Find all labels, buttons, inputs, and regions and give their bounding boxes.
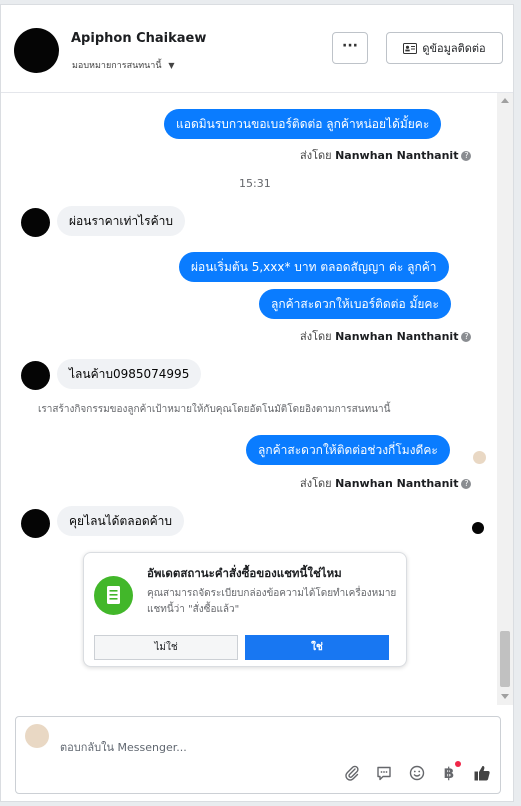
view-contact-button[interactable]: ดูข้อมูลติดต่อ [386, 32, 503, 64]
more-icon: ··· [342, 38, 358, 54]
status-dot [472, 522, 484, 534]
scroll-down-icon[interactable] [501, 694, 509, 699]
sender-name: Nanwhan Nanthanit [335, 477, 459, 490]
incoming-message: ผ่อนราคาเท่าไรค้าบ [57, 206, 186, 236]
contact-card-icon [403, 42, 418, 54]
customer-name[interactable]: Apiphon Chaikaew [71, 31, 206, 46]
outgoing-message: ลูกค้าสะดวกให้ติดต่อช่วงกี่โมงดีคะ [246, 435, 450, 465]
conversation-header: Apiphon Chaikaew มอบหมายการสนทนานี้ ▼ ··… [1, 5, 513, 93]
sender-name: Nanwhan Nanthanit [335, 149, 459, 162]
saved-reply-icon[interactable] [374, 763, 394, 783]
card-title: อัพเดตสถานะคำสั่งซื้อของแชทนี้ใช่ไหม [147, 566, 342, 580]
outgoing-message: แอดมินรบกวนขอเบอร์ติดต่อ ลูกค้าหน่อยได้ม… [164, 109, 442, 139]
conversation-panel: Apiphon Chaikaew มอบหมายการสนทนานี้ ▼ ··… [0, 4, 514, 802]
reply-input[interactable]: ตอบกลับใน Messenger... [60, 738, 187, 756]
attachment-icon[interactable] [342, 763, 362, 783]
user-avatar [25, 724, 49, 748]
view-contact-label: ดูข้อมูลติดต่อ [422, 42, 486, 55]
scroll-thumb[interactable] [500, 631, 510, 687]
assign-conversation-dropdown[interactable]: มอบหมายการสนทนานี้ ▼ [72, 58, 175, 72]
outgoing-message: ลูกค้าสะดวกให้เบอร์ติดต่อ มั้ยคะ [259, 289, 451, 319]
order-status-card: อัพเดตสถานะคำสั่งซื้อของแชทนี้ใช่ไหม คุณ… [83, 552, 407, 667]
card-description: คุณสามารถจัดระเบียบกล่องข้อความได้โดยทำเ… [147, 588, 397, 615]
reply-composer[interactable]: ตอบกลับใน Messenger... ฿ [15, 716, 501, 794]
help-icon[interactable]: ? [461, 479, 472, 489]
outgoing-message: ผ่อนเริ่มต้น 5,xxx* บาท ตลอดสัญญา ค่ะ ลู… [179, 252, 449, 282]
scrollbar[interactable] [497, 93, 513, 705]
sent-by-label: ส่งโดย Nanwhan Nanthanit? [300, 146, 472, 164]
like-icon[interactable] [472, 763, 492, 783]
sent-by-prefix: ส่งโดย [300, 149, 332, 162]
assign-label: มอบหมายการสนทนานี้ [72, 61, 162, 71]
help-icon[interactable]: ? [461, 332, 472, 342]
yes-button[interactable]: ใช่ [245, 635, 389, 660]
customer-avatar-small [21, 361, 50, 390]
more-options-button[interactable]: ··· [332, 32, 368, 64]
scroll-up-icon[interactable] [501, 98, 509, 103]
emoji-icon[interactable] [407, 763, 427, 783]
sent-by-prefix: ส่งโดย [300, 477, 332, 490]
system-note: เราสร้างกิจกรรมของลูกค้าเป้าหมายให้กับคุ… [38, 404, 391, 415]
order-list-icon [94, 576, 133, 615]
caret-down-icon: ▼ [168, 61, 175, 70]
customer-avatar-small [21, 509, 50, 538]
no-button[interactable]: ไม่ใช่ [94, 635, 238, 660]
seen-avatar [473, 451, 486, 464]
incoming-message: คุยไลนได้ตลอดค้าบ [57, 506, 185, 536]
sent-by-label: ส่งโดย Nanwhan Nanthanit? [300, 474, 472, 492]
customer-avatar[interactable] [14, 28, 59, 73]
timestamp: 15:31 [239, 177, 271, 190]
sender-name: Nanwhan Nanthanit [335, 330, 459, 343]
sent-by-prefix: ส่งโดย [300, 330, 332, 343]
help-icon[interactable]: ? [461, 151, 472, 161]
sent-by-label: ส่งโดย Nanwhan Nanthanit? [300, 327, 472, 345]
customer-avatar-small [21, 208, 50, 237]
notification-dot [455, 761, 461, 767]
incoming-message: ไลนค้าบ0985074995 [57, 359, 202, 389]
